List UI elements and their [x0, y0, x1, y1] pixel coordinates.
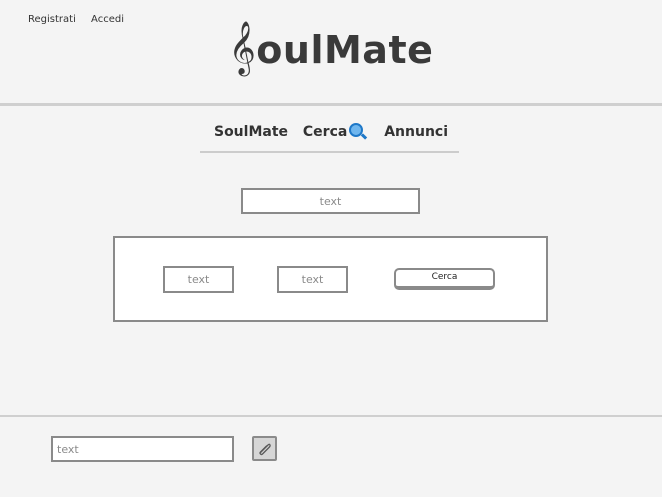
header-divider: [0, 103, 662, 106]
nav-item-annunci[interactable]: Annunci: [384, 124, 448, 140]
main-nav: SoulMate Cerca Annunci: [0, 122, 662, 140]
nav-item-soulmate[interactable]: SoulMate: [214, 124, 288, 140]
magnifier-icon: [349, 123, 364, 137]
footer-text-input[interactable]: [51, 436, 234, 462]
filter-input-1[interactable]: [163, 266, 234, 293]
filter-input-2[interactable]: [277, 266, 348, 293]
paperclip-icon: [259, 443, 271, 456]
main-text-input[interactable]: [241, 188, 420, 214]
logo: 𝄞oulMate: [0, 22, 662, 75]
treble-clef-icon: 𝄞: [228, 20, 257, 74]
nav-item-cerca[interactable]: Cerca: [302, 123, 369, 140]
search-button[interactable]: Cerca: [394, 268, 495, 290]
attach-button[interactable]: [252, 436, 277, 461]
nav-item-cerca-label: Cerca: [302, 124, 348, 140]
nav-divider: [200, 151, 459, 153]
search-panel: Cerca: [113, 236, 548, 322]
logo-text: oulMate: [256, 28, 434, 72]
footer-divider: [0, 415, 662, 417]
